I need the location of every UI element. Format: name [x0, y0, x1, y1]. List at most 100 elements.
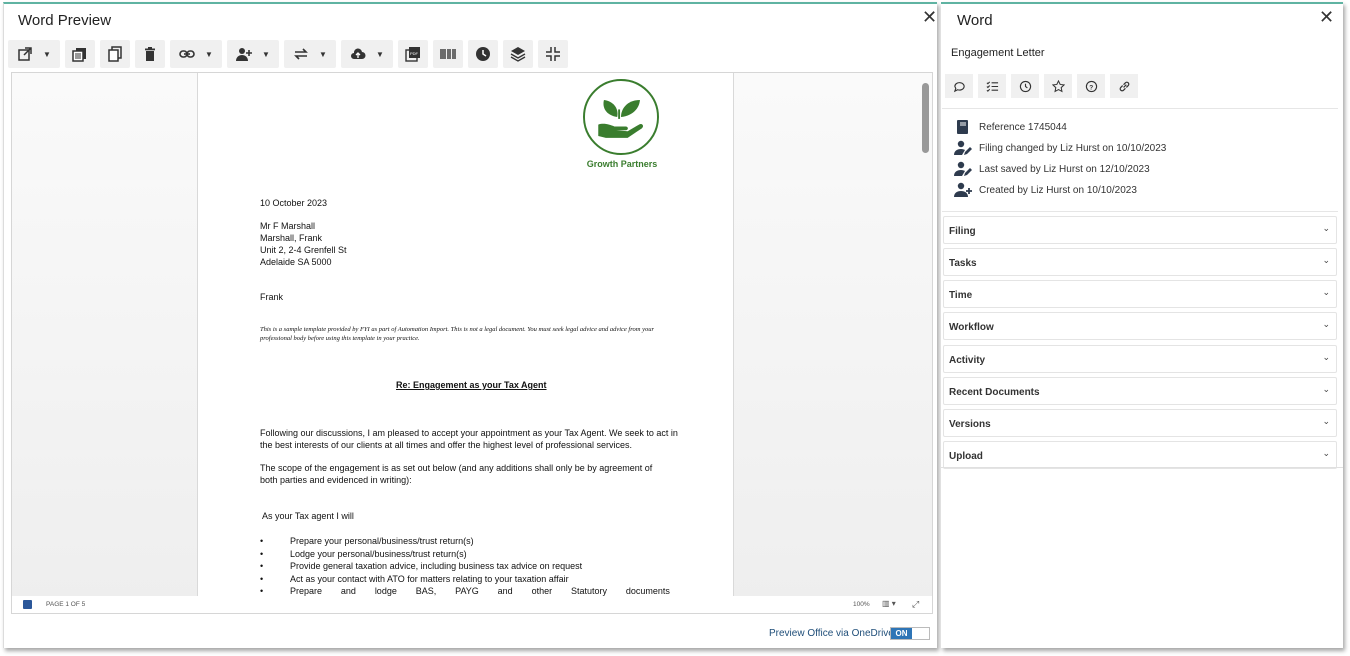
pdf-button[interactable]: PDF [398, 40, 428, 68]
section-tasks[interactable]: Tasks ⌄ [943, 248, 1337, 276]
word-icon [23, 600, 32, 609]
preview-office-label: Preview Office via OneDrive [769, 628, 894, 639]
section-time[interactable]: Time ⌄ [943, 280, 1337, 308]
fullscreen-icon[interactable]: ⤢ [912, 599, 919, 610]
zoom-level[interactable]: 100% [853, 601, 870, 608]
chevron-down-icon: ⌄ [1322, 223, 1330, 233]
word-details-panel: Word ✕ Engagement Letter ? Reference 174… [941, 2, 1343, 648]
panel-title: Word Preview [18, 12, 112, 29]
list-intro: As your Tax agent I will [262, 511, 354, 521]
copy-stack-button[interactable] [65, 40, 95, 68]
list-item: • Lodge your personal/business/trust retu… [260, 548, 467, 559]
checklist-icon [986, 80, 998, 92]
document-name: Engagement Letter [951, 47, 1045, 59]
link-button[interactable]: ▼ [170, 40, 222, 68]
info-row-filing: Filing changed by Liz Hurst on 10/10/202… [954, 140, 1166, 156]
user-edit-icon [954, 161, 972, 176]
comment-icon [953, 81, 965, 92]
star-icon [1051, 79, 1065, 92]
svg-text:PDF: PDF [410, 51, 419, 56]
layers-button[interactable] [503, 40, 533, 68]
section-recent-documents[interactable]: Recent Documents ⌄ [943, 377, 1337, 405]
plant-hand-icon [598, 99, 644, 138]
transfer-icon [294, 48, 308, 60]
logo-text: Growth Partners [586, 159, 658, 169]
open-external-icon [18, 47, 32, 61]
copy-stack-icon [72, 48, 86, 62]
section-workflow[interactable]: Workflow ⌄ [943, 312, 1337, 340]
svg-text:?: ? [1089, 84, 1093, 91]
paragraph-line: The scope of the engagement is as set ou… [260, 463, 653, 473]
bullet-list: • Prepare your personal/business/trust re… [260, 535, 680, 596]
history-button[interactable] [1011, 74, 1039, 98]
section-activity[interactable]: Activity ⌄ [943, 345, 1337, 373]
section-filing[interactable]: Filing ⌄ [943, 216, 1337, 244]
section-versions[interactable]: Versions ⌄ [943, 409, 1337, 437]
list-item: • Provide general taxation advice, includ… [260, 561, 583, 571]
list-item: • Prepare your personal/business/trust re… [260, 536, 474, 546]
close-icon[interactable]: ✕ [922, 8, 937, 26]
duplicate-button[interactable] [100, 40, 130, 68]
address-line: Adelaide SA 5000 [260, 257, 332, 267]
add-user-icon [236, 48, 253, 61]
collapse-button[interactable] [538, 40, 568, 68]
pdf-icon: PDF [405, 47, 420, 62]
app-frame: Word Preview ✕ ▼ ▼ ▼ ▼ ▼ PDF Growth Part… [0, 0, 1350, 656]
cloud-upload-button[interactable]: ▼ [341, 40, 393, 68]
list-item: • Prepare and lodge BAS, PAYG and other … [260, 586, 670, 596]
delete-button[interactable] [135, 40, 165, 68]
add-user-button[interactable]: ▼ [227, 40, 279, 68]
address-line: Unit 2, 2-4 Grenfell St [260, 245, 347, 255]
chevron-down-icon[interactable]: ▼ [205, 50, 213, 59]
scrollbar-thumb[interactable] [922, 83, 929, 153]
help-icon: ? [1085, 80, 1097, 92]
paragraph-line: both parties and evidenced in writing): [260, 475, 412, 485]
section-upload[interactable]: Upload ⌄ [943, 441, 1337, 469]
salutation: Frank [260, 292, 284, 302]
close-icon[interactable]: ✕ [1319, 8, 1334, 26]
chevron-down-icon[interactable]: ▼ [376, 50, 384, 59]
transfer-button[interactable]: ▼ [284, 40, 336, 68]
chevron-down-icon[interactable]: ▼ [319, 50, 327, 59]
template-note: This is a sample template provided by FY… [260, 326, 654, 342]
info-row-created: Created by Liz Hurst on 10/10/2023 [954, 182, 1137, 198]
chevron-down-icon: ⌄ [1322, 319, 1330, 329]
panel-title: Word [957, 12, 993, 29]
word-preview-panel: Word Preview ✕ ▼ ▼ ▼ ▼ ▼ PDF Growth Part… [3, 2, 937, 648]
document-page: Growth Partners 10 October 2023 Mr F Mar… [197, 73, 734, 596]
chevron-down-icon: ⌄ [1322, 255, 1330, 265]
trash-icon [145, 47, 155, 61]
address-line: Mr F Marshall [260, 221, 316, 231]
barcode-button[interactable] [433, 40, 463, 68]
letter-date: 10 October 2023 [260, 198, 328, 208]
history-icon [1019, 80, 1031, 92]
page-indicator: PAGE 1 OF 5 [46, 601, 86, 608]
view-mode-icon[interactable]: ▥ ▾ [882, 599, 896, 608]
link-icon [1119, 81, 1129, 91]
letter-subject: Re: Engagement as your Tax Agent [396, 380, 547, 390]
chevron-down-icon[interactable]: ▼ [43, 50, 51, 59]
open-external-button[interactable]: ▼ [8, 40, 60, 68]
document-viewer[interactable]: Growth Partners 10 October 2023 Mr F Mar… [11, 72, 933, 614]
address-line: Marshall, Frank [260, 233, 323, 243]
link-button[interactable] [1110, 74, 1138, 98]
help-button[interactable]: ? [1077, 74, 1105, 98]
duplicate-icon [108, 46, 122, 62]
layers-icon [510, 47, 526, 62]
paragraph-line: the best interests of our clients at all… [260, 440, 633, 450]
checklist-button[interactable] [978, 74, 1006, 98]
document-info: Reference 1745044 Filing changed by Liz … [942, 108, 1338, 212]
company-logo [583, 79, 659, 155]
details-toolbar: ? [945, 74, 1138, 98]
favorite-button[interactable] [1044, 74, 1072, 98]
clock-button[interactable] [468, 40, 498, 68]
comment-button[interactable] [945, 74, 973, 98]
info-row-saved: Last saved by Liz Hurst on 12/10/2023 [954, 161, 1150, 177]
chevron-down-icon: ⌄ [1322, 287, 1330, 297]
toggle-state: ON [891, 628, 912, 639]
divider [941, 467, 1343, 468]
cloud-upload-icon [351, 48, 366, 59]
chevron-down-icon[interactable]: ▼ [262, 50, 270, 59]
barcode-icon [440, 49, 456, 59]
preview-onedrive-toggle[interactable]: ON [890, 627, 930, 640]
